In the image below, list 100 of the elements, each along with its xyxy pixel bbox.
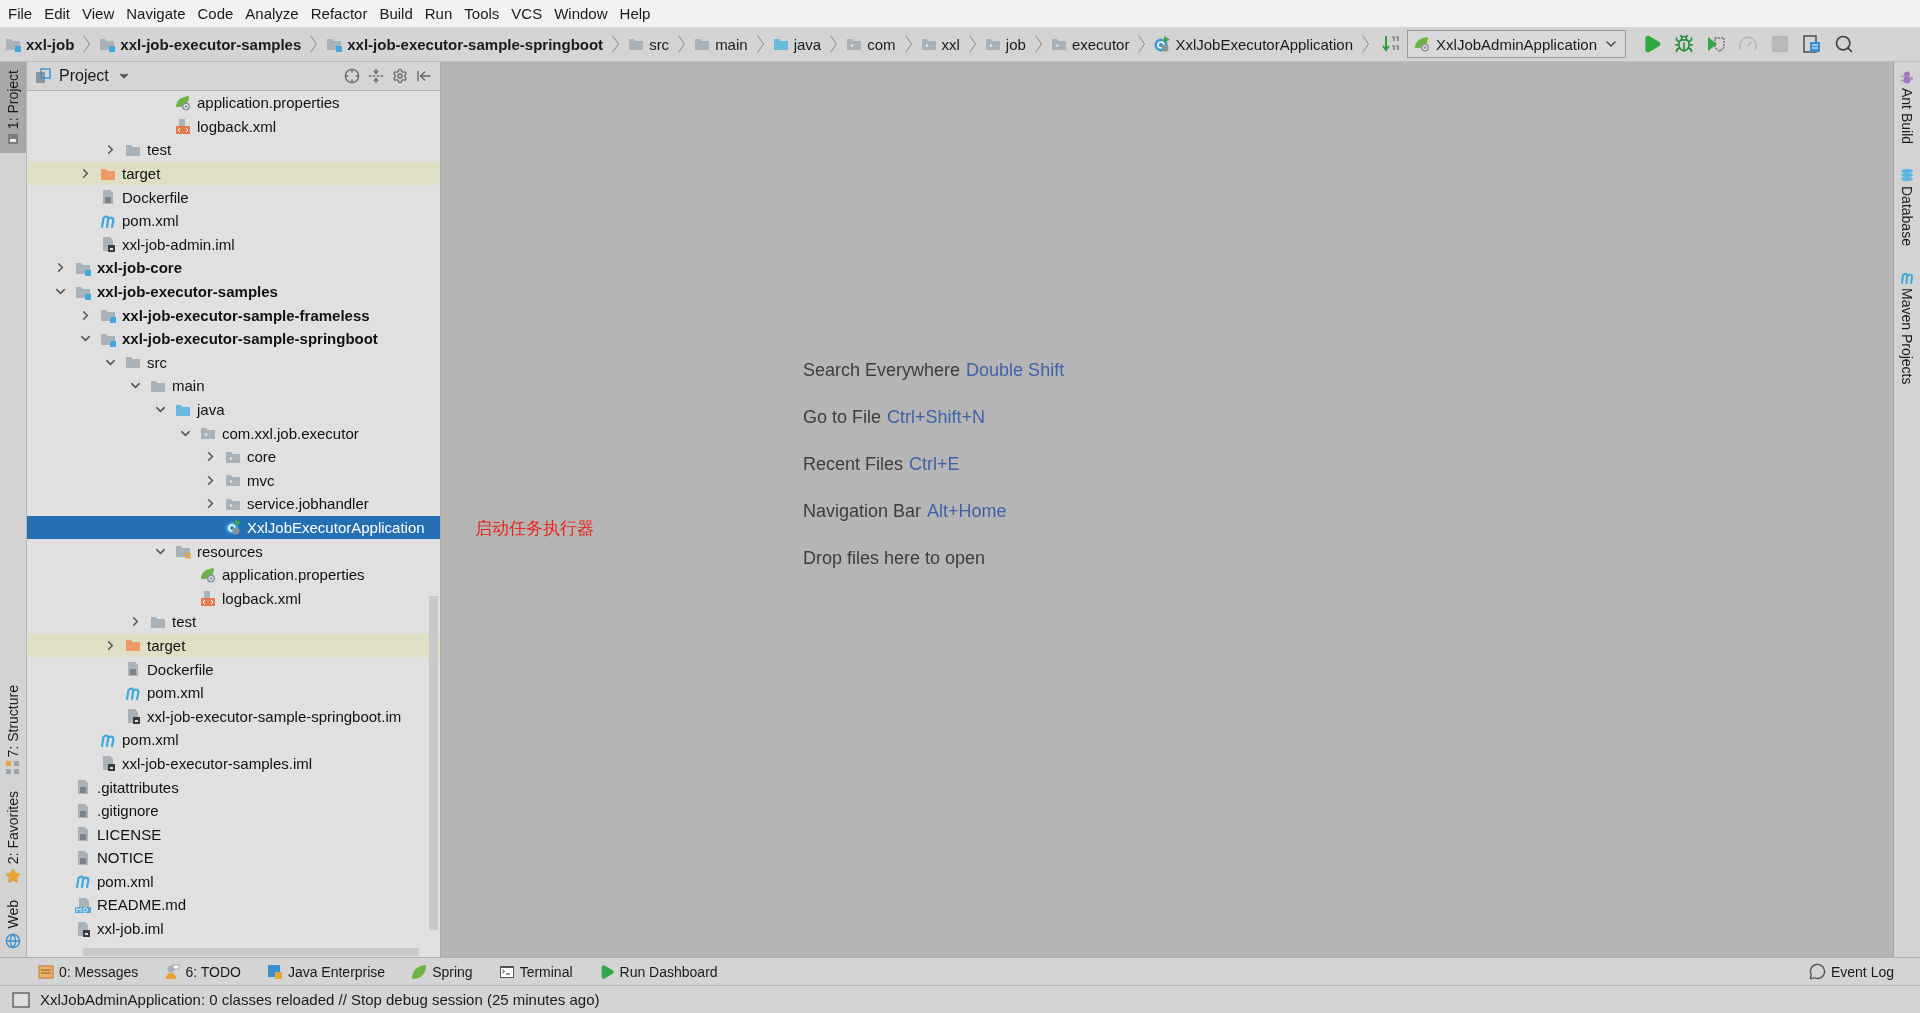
tree-item[interactable]: resources [27, 539, 440, 563]
breadcrumb[interactable]: java [767, 35, 827, 53]
panel-title[interactable]: Project [35, 67, 131, 85]
tree-item[interactable]: Dockerfile [27, 185, 440, 209]
tree-item[interactable]: java [27, 397, 440, 422]
tree-item[interactable]: core [27, 444, 440, 469]
tree-item[interactable]: LICENSE [27, 822, 440, 846]
tool-tab[interactable]: Run Dashboard [598, 963, 718, 980]
breadcrumb[interactable]: com [841, 35, 901, 53]
breadcrumb[interactable]: executor [1045, 35, 1135, 53]
scrollbar-thumb[interactable] [83, 948, 419, 956]
window-icon [7, 133, 19, 146]
tree-item[interactable]: Dockerfile [27, 657, 440, 681]
tree-item[interactable]: README.md [27, 893, 440, 917]
chevron-icon [1138, 35, 1146, 53]
menu-item[interactable]: Tools [458, 5, 506, 22]
side-tab[interactable]: 7: Structure [0, 676, 26, 784]
breadcrumb[interactable]: xxl-job-executor-sample-springboot [321, 35, 609, 53]
hint-text: Search Everywhere [803, 360, 961, 381]
breadcrumb[interactable]: xxl-job-executor-samples [94, 35, 307, 53]
side-tab[interactable]: Ant Build [1899, 70, 1915, 145]
file-icon [75, 802, 91, 819]
tree-item[interactable]: xxl-job-admin.iml [27, 232, 440, 257]
menu-item[interactable]: Analyze [239, 5, 305, 22]
tree-item[interactable]: main [27, 374, 440, 398]
menu-item[interactable]: Edit [38, 5, 77, 22]
tree-item[interactable]: com.xxl.job.executor [27, 421, 440, 445]
breadcrumb[interactable]: src [623, 35, 675, 53]
menu-item[interactable]: Navigate [120, 5, 192, 22]
project-icon [35, 68, 51, 84]
tree-item[interactable]: xxl-job-executor-sample-frameless [27, 303, 440, 327]
tree-item[interactable]: application.properties [27, 562, 440, 587]
tree-item[interactable]: pom.xml [27, 680, 440, 705]
bug-icon[interactable] [1673, 34, 1694, 54]
project-structure-icon[interactable] [1801, 34, 1822, 54]
run-config-dropdown[interactable]: XxlJobAdminApplication [1407, 30, 1626, 58]
tree-item[interactable]: NOTICE [27, 846, 440, 870]
menu-item[interactable]: Run [418, 5, 459, 22]
menu-item[interactable]: Code [191, 5, 240, 22]
tree-item[interactable]: pom.xml [27, 728, 440, 752]
tree-item[interactable]: XxlJobExecutorApplication [27, 515, 440, 540]
xml-file-icon [175, 118, 191, 135]
tree-item[interactable]: xxl-job-executor-sample-springboot.im [27, 704, 440, 729]
file-icon [125, 708, 141, 725]
breadcrumb[interactable]: main [689, 35, 753, 53]
side-tab[interactable]: Web [0, 892, 26, 957]
chevron-icon [612, 35, 620, 53]
tree-item[interactable]: pom.xml [27, 869, 440, 894]
menu-item[interactable]: View [76, 5, 121, 22]
side-tab[interactable]: Database [1899, 168, 1915, 246]
side-tab[interactable]: 1: Project [0, 62, 26, 154]
tree-item[interactable]: .gitignore [27, 798, 440, 823]
tool-tab[interactable]: Event Log [1808, 963, 1894, 980]
breadcrumb[interactable]: XxlJobExecutorApplication [1149, 35, 1359, 53]
package-icon [920, 36, 937, 52]
breadcrumb[interactable]: job [979, 35, 1031, 53]
side-tab[interactable]: 2: Favorites [0, 783, 26, 893]
locate-icon[interactable] [344, 68, 360, 84]
tree-item[interactable]: xxl-job-core [27, 256, 440, 280]
search-icon[interactable] [1833, 34, 1854, 54]
breadcrumb[interactable]: xxl-job [0, 35, 80, 53]
globe-icon [5, 933, 21, 949]
menu-item[interactable]: Refactor [304, 5, 374, 22]
messages-icon [38, 963, 54, 980]
java-enterprise-icon [266, 963, 283, 980]
tree-item[interactable]: xxl-job-executor-sample-springboot [27, 326, 440, 351]
leaf-icon [1414, 36, 1431, 52]
tree-item[interactable]: logback.xml [27, 586, 440, 611]
tree-item[interactable]: logback.xml [27, 114, 440, 139]
menu-item[interactable]: VCS [505, 5, 549, 22]
menu-item[interactable]: Help [613, 5, 657, 22]
tool-tab[interactable]: 0: Messages [38, 963, 139, 980]
side-tab[interactable]: Maven Projects [1899, 270, 1915, 385]
tree-item[interactable]: src [27, 350, 440, 375]
chevron-icon [678, 35, 686, 53]
tree-item[interactable]: service.jobhandler [27, 492, 440, 516]
tree-item[interactable]: mvc [27, 468, 440, 493]
settings-icon[interactable] [392, 68, 408, 84]
tree-item[interactable]: application.properties [27, 91, 440, 115]
tool-tab[interactable]: Java Enterprise [266, 963, 386, 980]
tree-item[interactable]: target [27, 161, 440, 186]
breadcrumb[interactable]: xxl [915, 35, 965, 53]
tree-item[interactable]: xxl-job-executor-samples [27, 279, 440, 304]
package-icon [1050, 36, 1067, 52]
tool-tab[interactable]: 6: TODO [164, 963, 241, 980]
menu-item[interactable]: Window [548, 5, 614, 22]
tool-tab[interactable]: Terminal [498, 963, 573, 980]
tree-item[interactable]: target [27, 633, 440, 658]
tree-item[interactable]: .gitattributes [27, 775, 440, 799]
tree-item[interactable]: xxl-job-executor-samples.iml [27, 751, 440, 776]
tree-item[interactable]: test [27, 610, 440, 634]
menu-item[interactable]: Build [373, 5, 419, 22]
tree-item[interactable]: pom.xml [27, 208, 440, 233]
collapse-icon[interactable] [368, 68, 384, 84]
hide-icon[interactable] [416, 68, 432, 84]
tree-item[interactable]: xxl-job.iml [27, 916, 440, 941]
tool-tab[interactable]: Spring [411, 963, 473, 980]
scrollbar-thumb[interactable] [429, 596, 438, 930]
tree-item[interactable]: test [27, 138, 440, 162]
menu-item[interactable]: File [2, 5, 39, 22]
